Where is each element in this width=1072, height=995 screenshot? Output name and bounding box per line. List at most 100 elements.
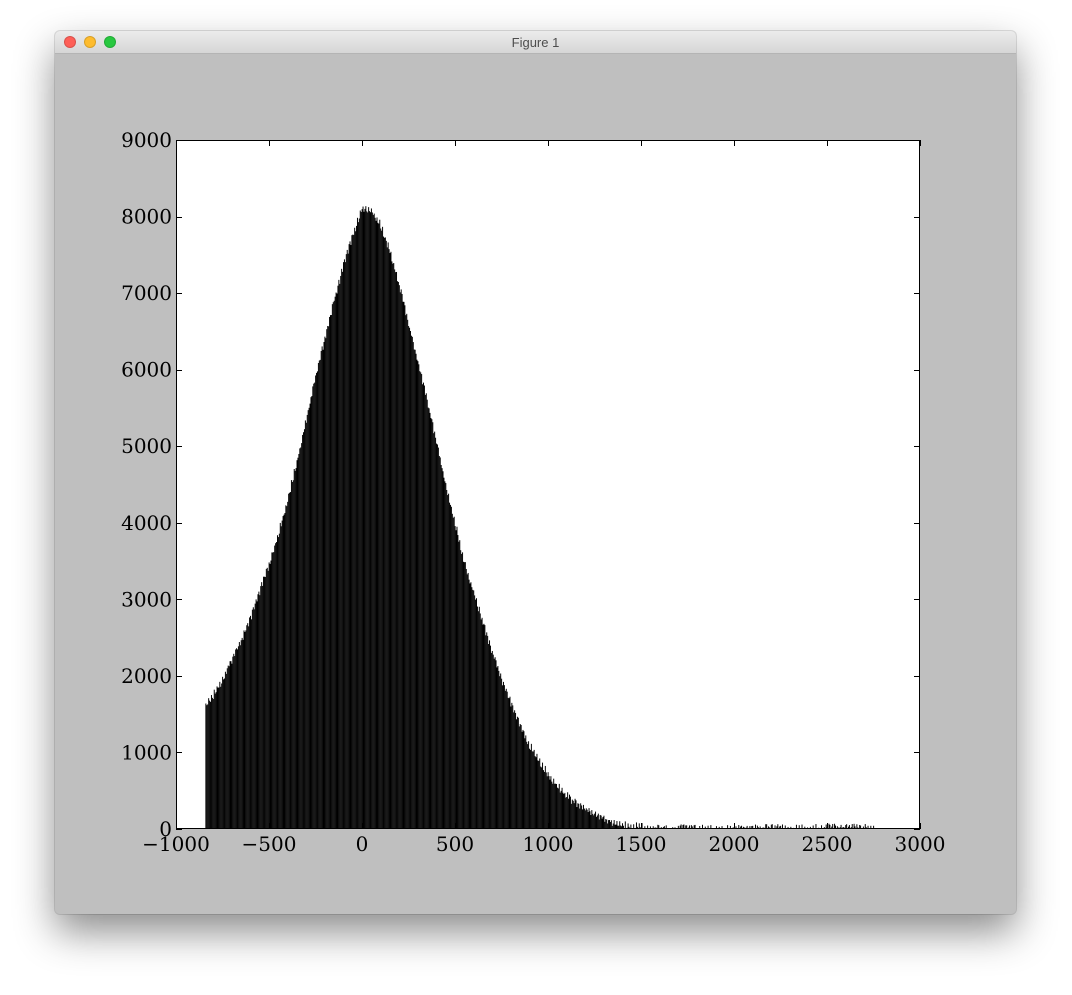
histogram-bar (438, 455, 440, 829)
histogram-bar (503, 685, 505, 829)
histogram-bar (385, 240, 387, 830)
histogram-bar (477, 611, 479, 829)
histogram-bar (474, 595, 476, 829)
histogram-bar (253, 609, 255, 829)
histogram-bar (462, 561, 464, 829)
histogram-bar (476, 598, 477, 829)
histogram-bar (254, 603, 256, 829)
histogram-bar (492, 654, 494, 829)
histogram-bar (426, 399, 428, 829)
histogram-bar (570, 803, 572, 829)
histogram-bar (230, 661, 232, 829)
histogram-bar (272, 552, 274, 829)
histogram-bar (564, 792, 566, 829)
histogram-bar (489, 640, 491, 829)
x-tick-label: −1000 (142, 832, 210, 856)
histogram-bar (297, 457, 299, 829)
histogram-bar (267, 570, 269, 829)
histogram-bar (397, 281, 399, 829)
x-tick-label: 3000 (895, 832, 946, 856)
histogram-bar (528, 741, 530, 829)
histogram-bar (416, 359, 418, 829)
histogram-bar (506, 691, 508, 829)
histogram-bar (219, 681, 221, 829)
histogram-bar (420, 372, 422, 829)
histogram-bar (392, 263, 394, 830)
histogram-bar (403, 301, 405, 829)
histogram-bar (362, 206, 364, 830)
histogram-bar (571, 799, 573, 829)
histogram-bar (210, 695, 212, 829)
histogram-bar (288, 493, 290, 829)
histogram-bar (409, 327, 411, 829)
histogram-bar (481, 617, 483, 829)
histogram-bar (457, 535, 459, 829)
histogram-bar (275, 543, 277, 829)
histogram-bar (451, 513, 453, 829)
histogram-bar (395, 272, 397, 829)
histogram-bar (265, 568, 267, 829)
histogram-bar (350, 244, 352, 829)
histogram-bar (393, 263, 395, 829)
histogram-bar (252, 607, 254, 829)
histogram-bar (314, 382, 316, 829)
title-bar[interactable]: Figure 1 (55, 31, 1016, 54)
histogram-bar (300, 447, 302, 829)
histogram-bar (476, 606, 478, 829)
histogram-bar (557, 788, 559, 829)
histogram-bar (396, 281, 398, 829)
histogram-bar (390, 251, 392, 829)
histogram-bar (531, 751, 533, 829)
histogram-bar (584, 810, 586, 829)
histogram-bar (333, 300, 335, 830)
histogram-bar (505, 688, 507, 829)
histogram-bar (372, 215, 374, 830)
histogram-bar (264, 576, 266, 829)
histogram-bar (307, 410, 309, 829)
histogram-bar (559, 792, 561, 829)
histogram-bar (577, 803, 579, 829)
histogram-bar (462, 552, 464, 829)
histogram-bar (317, 362, 319, 829)
histogram-bar (348, 244, 350, 829)
histogram-bar (353, 234, 355, 829)
histogram-bar (524, 738, 526, 829)
histogram-bar (423, 385, 425, 829)
histogram-bar (576, 807, 578, 829)
histogram-bar (312, 386, 314, 829)
histogram-bar (422, 384, 424, 829)
histogram-bar (241, 637, 243, 829)
histogram-bar (582, 809, 584, 829)
histogram-bar (233, 653, 235, 829)
histogram-bar (590, 815, 592, 829)
histogram-bar (544, 765, 546, 829)
histogram-bar (448, 493, 450, 829)
histogram-bar (223, 678, 225, 829)
histogram-bar (491, 650, 493, 829)
histogram-bar (217, 687, 219, 829)
histogram-bar (261, 582, 263, 829)
histogram-bar (340, 275, 342, 829)
histogram-bar (486, 632, 488, 829)
histogram-bar (292, 480, 294, 829)
histogram-bar (483, 623, 485, 829)
histogram-bar (449, 502, 451, 829)
histogram-bar (228, 666, 230, 829)
histogram-bar (320, 350, 322, 829)
histogram-bar (497, 666, 499, 829)
histogram-bar (595, 816, 597, 829)
histogram-bar (526, 741, 528, 829)
histogram-bar (351, 235, 353, 829)
histogram-bar (389, 253, 391, 829)
histogram-bar (593, 815, 595, 829)
histogram-bar (568, 798, 570, 829)
histogram-bar (334, 296, 336, 829)
histogram-bar (588, 808, 590, 829)
histogram-bar (408, 326, 410, 829)
histogram-bar (280, 526, 282, 829)
histogram-bar (431, 419, 433, 829)
histogram-bar (375, 220, 377, 829)
histogram-bar (428, 408, 430, 829)
histogram-bar (360, 212, 362, 830)
histogram-bar (488, 644, 490, 829)
